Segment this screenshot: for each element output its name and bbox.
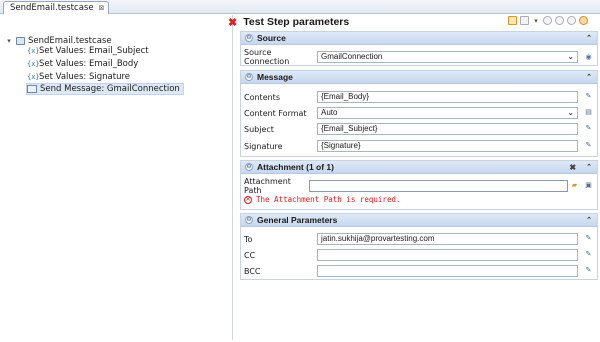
attachment-error: ✕ The Attachment Path is required. bbox=[244, 195, 401, 204]
edit-icon[interactable]: ✎ bbox=[584, 250, 593, 259]
attachment-path-input[interactable] bbox=[309, 180, 568, 192]
to-input[interactable]: jatin.sukhija@provartesting.com bbox=[317, 233, 578, 245]
signature-row: Signature {Signature} bbox=[244, 140, 578, 152]
refresh-icon[interactable] bbox=[555, 16, 564, 25]
chevron-down-icon[interactable]: ▾ bbox=[5, 37, 13, 45]
collapse-icon[interactable]: ⌃ bbox=[586, 163, 592, 171]
tree-item-set-subject[interactable]: {x} Set Values: Email_Subject bbox=[27, 45, 149, 57]
editor-tab-sendemail[interactable]: SendEmail.testcase ⊠ bbox=[3, 1, 110, 14]
contents-row: Contents {Email_Body} bbox=[244, 91, 578, 103]
signature-label: Signature bbox=[244, 141, 283, 151]
edit-icon[interactable]: ✎ bbox=[584, 266, 593, 275]
source-section-title: Source bbox=[257, 33, 286, 43]
attachment-path-label: Attachment Path bbox=[244, 177, 291, 195]
run-icon[interactable] bbox=[579, 16, 588, 25]
attachment-section: ⊖ Attachment (1 of 1) ✖ ⌃ Attachment Pat… bbox=[240, 160, 598, 210]
attachment-section-title: Attachment (1 of 1) bbox=[257, 162, 334, 172]
attachment-error-text: The Attachment Path is required. bbox=[256, 195, 401, 204]
content-format-select[interactable]: Auto ⌄ bbox=[317, 107, 578, 119]
to-row: To jatin.sukhija@provartesting.com bbox=[244, 233, 578, 245]
chevron-down-icon: ⌄ bbox=[567, 108, 574, 117]
message-section: ⊖ Message ⌃ Contents {Email_Body} ✎ Cont… bbox=[240, 70, 598, 157]
cc-row: CC bbox=[244, 249, 578, 261]
general-section-title: General Parameters bbox=[257, 215, 338, 225]
source-connection-select[interactable]: GmailConnection ⌄ bbox=[317, 51, 578, 63]
tag-icon[interactable] bbox=[520, 16, 529, 25]
general-section-header[interactable]: ⊖ General Parameters ⌃ bbox=[241, 214, 597, 227]
contents-label: Contents bbox=[244, 92, 280, 102]
section-icon: ⊖ bbox=[245, 163, 253, 171]
tree-item-label: Set Values: Email_Body bbox=[39, 59, 139, 69]
test-case-icon bbox=[16, 37, 25, 45]
source-section-header[interactable]: ⊖ Source ⌃ bbox=[241, 32, 597, 45]
remove-icon[interactable]: ✖ bbox=[569, 163, 576, 172]
edit-icon[interactable]: ✎ bbox=[584, 141, 593, 150]
edit-icon[interactable]: ✎ bbox=[584, 92, 593, 101]
panel-header: ✖ Test Step parameters bbox=[228, 14, 349, 30]
message-section-header[interactable]: ⊖ Message ⌃ bbox=[241, 71, 597, 84]
tree-item-set-body[interactable]: {x} Set Values: Email_Body bbox=[27, 58, 138, 70]
tree-item-label: Set Values: Email_Subject bbox=[39, 46, 149, 56]
collapse-icon[interactable]: ⌃ bbox=[586, 216, 592, 224]
general-section: ⊖ General Parameters ⌃ To jatin.sukhija@… bbox=[240, 213, 598, 280]
edit-icon[interactable]: ✎ bbox=[584, 234, 593, 243]
bcc-input[interactable] bbox=[317, 265, 578, 277]
attachment-section-header[interactable]: ⊖ Attachment (1 of 1) ✖ ⌃ bbox=[241, 161, 597, 174]
panel-toolbar: ▾ bbox=[508, 16, 588, 25]
properties-icon[interactable] bbox=[508, 16, 517, 25]
collapse-icon[interactable]: ⌃ bbox=[586, 34, 592, 42]
subject-row: Subject {Email_Subject} bbox=[244, 123, 578, 135]
set-values-icon: {x} bbox=[27, 59, 40, 68]
bcc-row: BCC bbox=[244, 265, 578, 277]
test-case-tree: ▾ SendEmail.testcase {x} Set Values: Ema… bbox=[3, 15, 233, 340]
attachment-path-row: Attachment Path bbox=[244, 177, 568, 195]
tree-item-set-signature[interactable]: {x} Set Values: Signature bbox=[27, 71, 130, 83]
message-section-title: Message bbox=[257, 72, 293, 82]
content-format-label: Content Format bbox=[244, 108, 307, 118]
subject-label: Subject bbox=[244, 124, 274, 134]
section-icon: ⊖ bbox=[245, 34, 253, 42]
send-message-icon bbox=[27, 85, 37, 93]
set-values-icon: {x} bbox=[27, 46, 40, 55]
edit-icon[interactable]: ✎ bbox=[584, 124, 593, 133]
to-label: To bbox=[244, 234, 253, 244]
content-format-row: Content Format Auto ⌄ bbox=[244, 107, 578, 119]
chevron-down-icon: ⌄ bbox=[567, 52, 574, 61]
content-format-value: Auto bbox=[321, 108, 338, 117]
settings-icon[interactable] bbox=[567, 16, 576, 25]
close-tab-icon[interactable]: ⊠ bbox=[99, 4, 105, 12]
source-connection-row: Source Connection GmailConnection ⌄ bbox=[244, 48, 578, 66]
panel-title: Test Step parameters bbox=[243, 16, 350, 28]
bcc-label: BCC bbox=[244, 266, 261, 276]
source-connection-value: GmailConnection bbox=[321, 52, 383, 61]
tree-item-label: Set Values: Signature bbox=[39, 72, 131, 82]
error-icon: ✖ bbox=[228, 16, 238, 29]
error-icon: ✕ bbox=[244, 195, 252, 204]
section-icon: ⊖ bbox=[245, 216, 253, 224]
format-options-icon[interactable]: ▤ bbox=[584, 108, 593, 117]
signature-input[interactable]: {Signature} bbox=[317, 140, 578, 152]
set-values-icon: {x} bbox=[27, 72, 40, 81]
source-connection-label: Source Connection bbox=[244, 48, 290, 66]
contents-input[interactable]: {Email_Body} bbox=[317, 91, 578, 103]
browse-folder-icon[interactable]: ▰ bbox=[570, 181, 579, 190]
tree-item-send-message[interactable]: Send Message: GmailConnection bbox=[26, 83, 184, 95]
tree-item-label: Send Message: GmailConnection bbox=[40, 84, 180, 94]
editor-tab-title: SendEmail.testcase bbox=[10, 3, 94, 13]
save-icon[interactable]: ▣ bbox=[584, 181, 593, 190]
cc-input[interactable] bbox=[317, 249, 578, 261]
section-icon: ⊖ bbox=[245, 73, 253, 81]
cc-label: CC bbox=[244, 250, 256, 260]
help-icon[interactable] bbox=[543, 16, 552, 25]
source-section: ⊖ Source ⌃ Source Connection GmailConnec… bbox=[240, 31, 598, 66]
collapse-icon[interactable]: ⌃ bbox=[586, 73, 592, 81]
subject-input[interactable]: {Email_Subject} bbox=[317, 123, 578, 135]
connection-info-icon[interactable]: ◉ bbox=[584, 53, 593, 62]
chevron-down-icon[interactable]: ▾ bbox=[532, 17, 540, 25]
